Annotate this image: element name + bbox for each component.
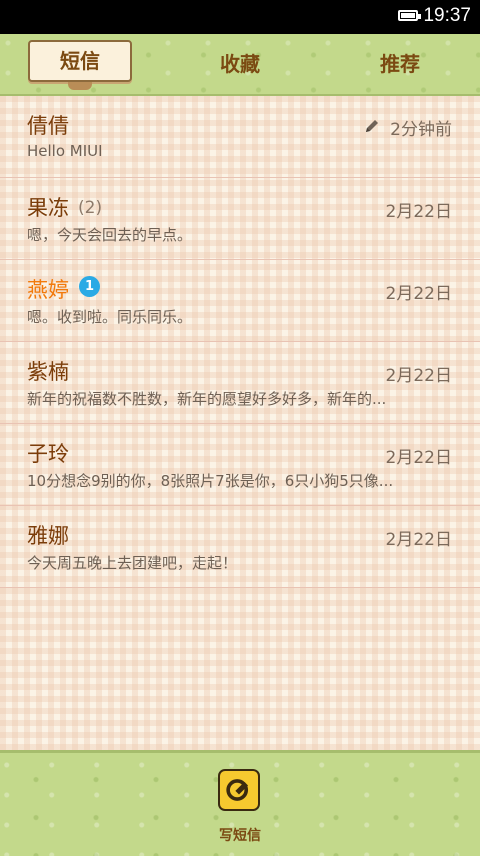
contact-name: 燕婷: [27, 278, 69, 302]
contact-name: 雅娜: [27, 524, 69, 548]
status-bar: 19:37: [0, 0, 480, 34]
message-count: (2): [78, 198, 103, 218]
conversation-list: 倩倩 2分钟前 Hello MIUI 果冻 (2) 2月22日 嗯，今天会回去的…: [0, 96, 480, 750]
message-preview: 新年的祝福数不胜数，新年的愿望好多好多，新年的...: [27, 390, 387, 408]
tab-sms[interactable]: 短信: [28, 34, 132, 94]
bottom-bar: 写短信: [0, 750, 480, 856]
contact-name: 倩倩: [27, 114, 69, 138]
compose-button[interactable]: 写短信: [217, 769, 263, 849]
conversation-row[interactable]: 倩倩 2分钟前 Hello MIUI: [0, 96, 480, 178]
message-time: 2分钟前: [390, 120, 452, 140]
unread-badge: 1: [79, 276, 100, 297]
contact-name: 紫楠: [27, 360, 69, 384]
contact-name: 果冻: [27, 196, 69, 220]
conversation-row[interactable]: 紫楠 2月22日 新年的祝福数不胜数，新年的愿望好多好多，新年的...: [0, 342, 480, 424]
compose-icon: [218, 769, 260, 811]
battery-icon: [398, 10, 421, 21]
tab-bar: 短信 收藏 推荐: [0, 34, 480, 96]
message-date: 2月22日: [385, 202, 452, 222]
compose-label: 写短信: [219, 828, 261, 844]
message-preview: 今天周五晚上去团建吧，走起！: [27, 554, 238, 572]
status-time: 19:37: [423, 5, 471, 26]
message-preview: Hello MIUI: [27, 142, 103, 160]
conversation-row[interactable]: 果冻 (2) 2月22日 嗯，今天会回去的早点。: [0, 178, 480, 260]
tab-sms-label: 短信: [60, 49, 100, 73]
message-date: 2月22日: [385, 284, 452, 304]
message-date: 2月22日: [385, 448, 452, 468]
conversation-row[interactable]: 子玲 2月22日 10分想念9别的你，8张照片7张是你，6只小狗5只像...: [0, 424, 480, 506]
message-date: 2月22日: [385, 366, 452, 386]
tab-favorites[interactable]: 收藏: [190, 34, 290, 94]
message-preview: 嗯，今天会回去的早点。: [27, 226, 193, 244]
message-preview: 10分想念9别的你，8张照片7张是你，6只小狗5只像...: [27, 472, 394, 490]
draft-pencil-icon: [366, 120, 378, 132]
conversation-row[interactable]: 雅娜 2月22日 今天周五晚上去团建吧，走起！: [0, 506, 480, 588]
conversation-row[interactable]: 燕婷 1 2月22日 嗯。收到啦。同乐同乐。: [0, 260, 480, 342]
tab-recommend[interactable]: 推荐: [350, 34, 450, 94]
message-preview: 嗯。收到啦。同乐同乐。: [27, 308, 193, 326]
contact-name: 子玲: [27, 442, 69, 466]
message-date: 2月22日: [385, 530, 452, 550]
